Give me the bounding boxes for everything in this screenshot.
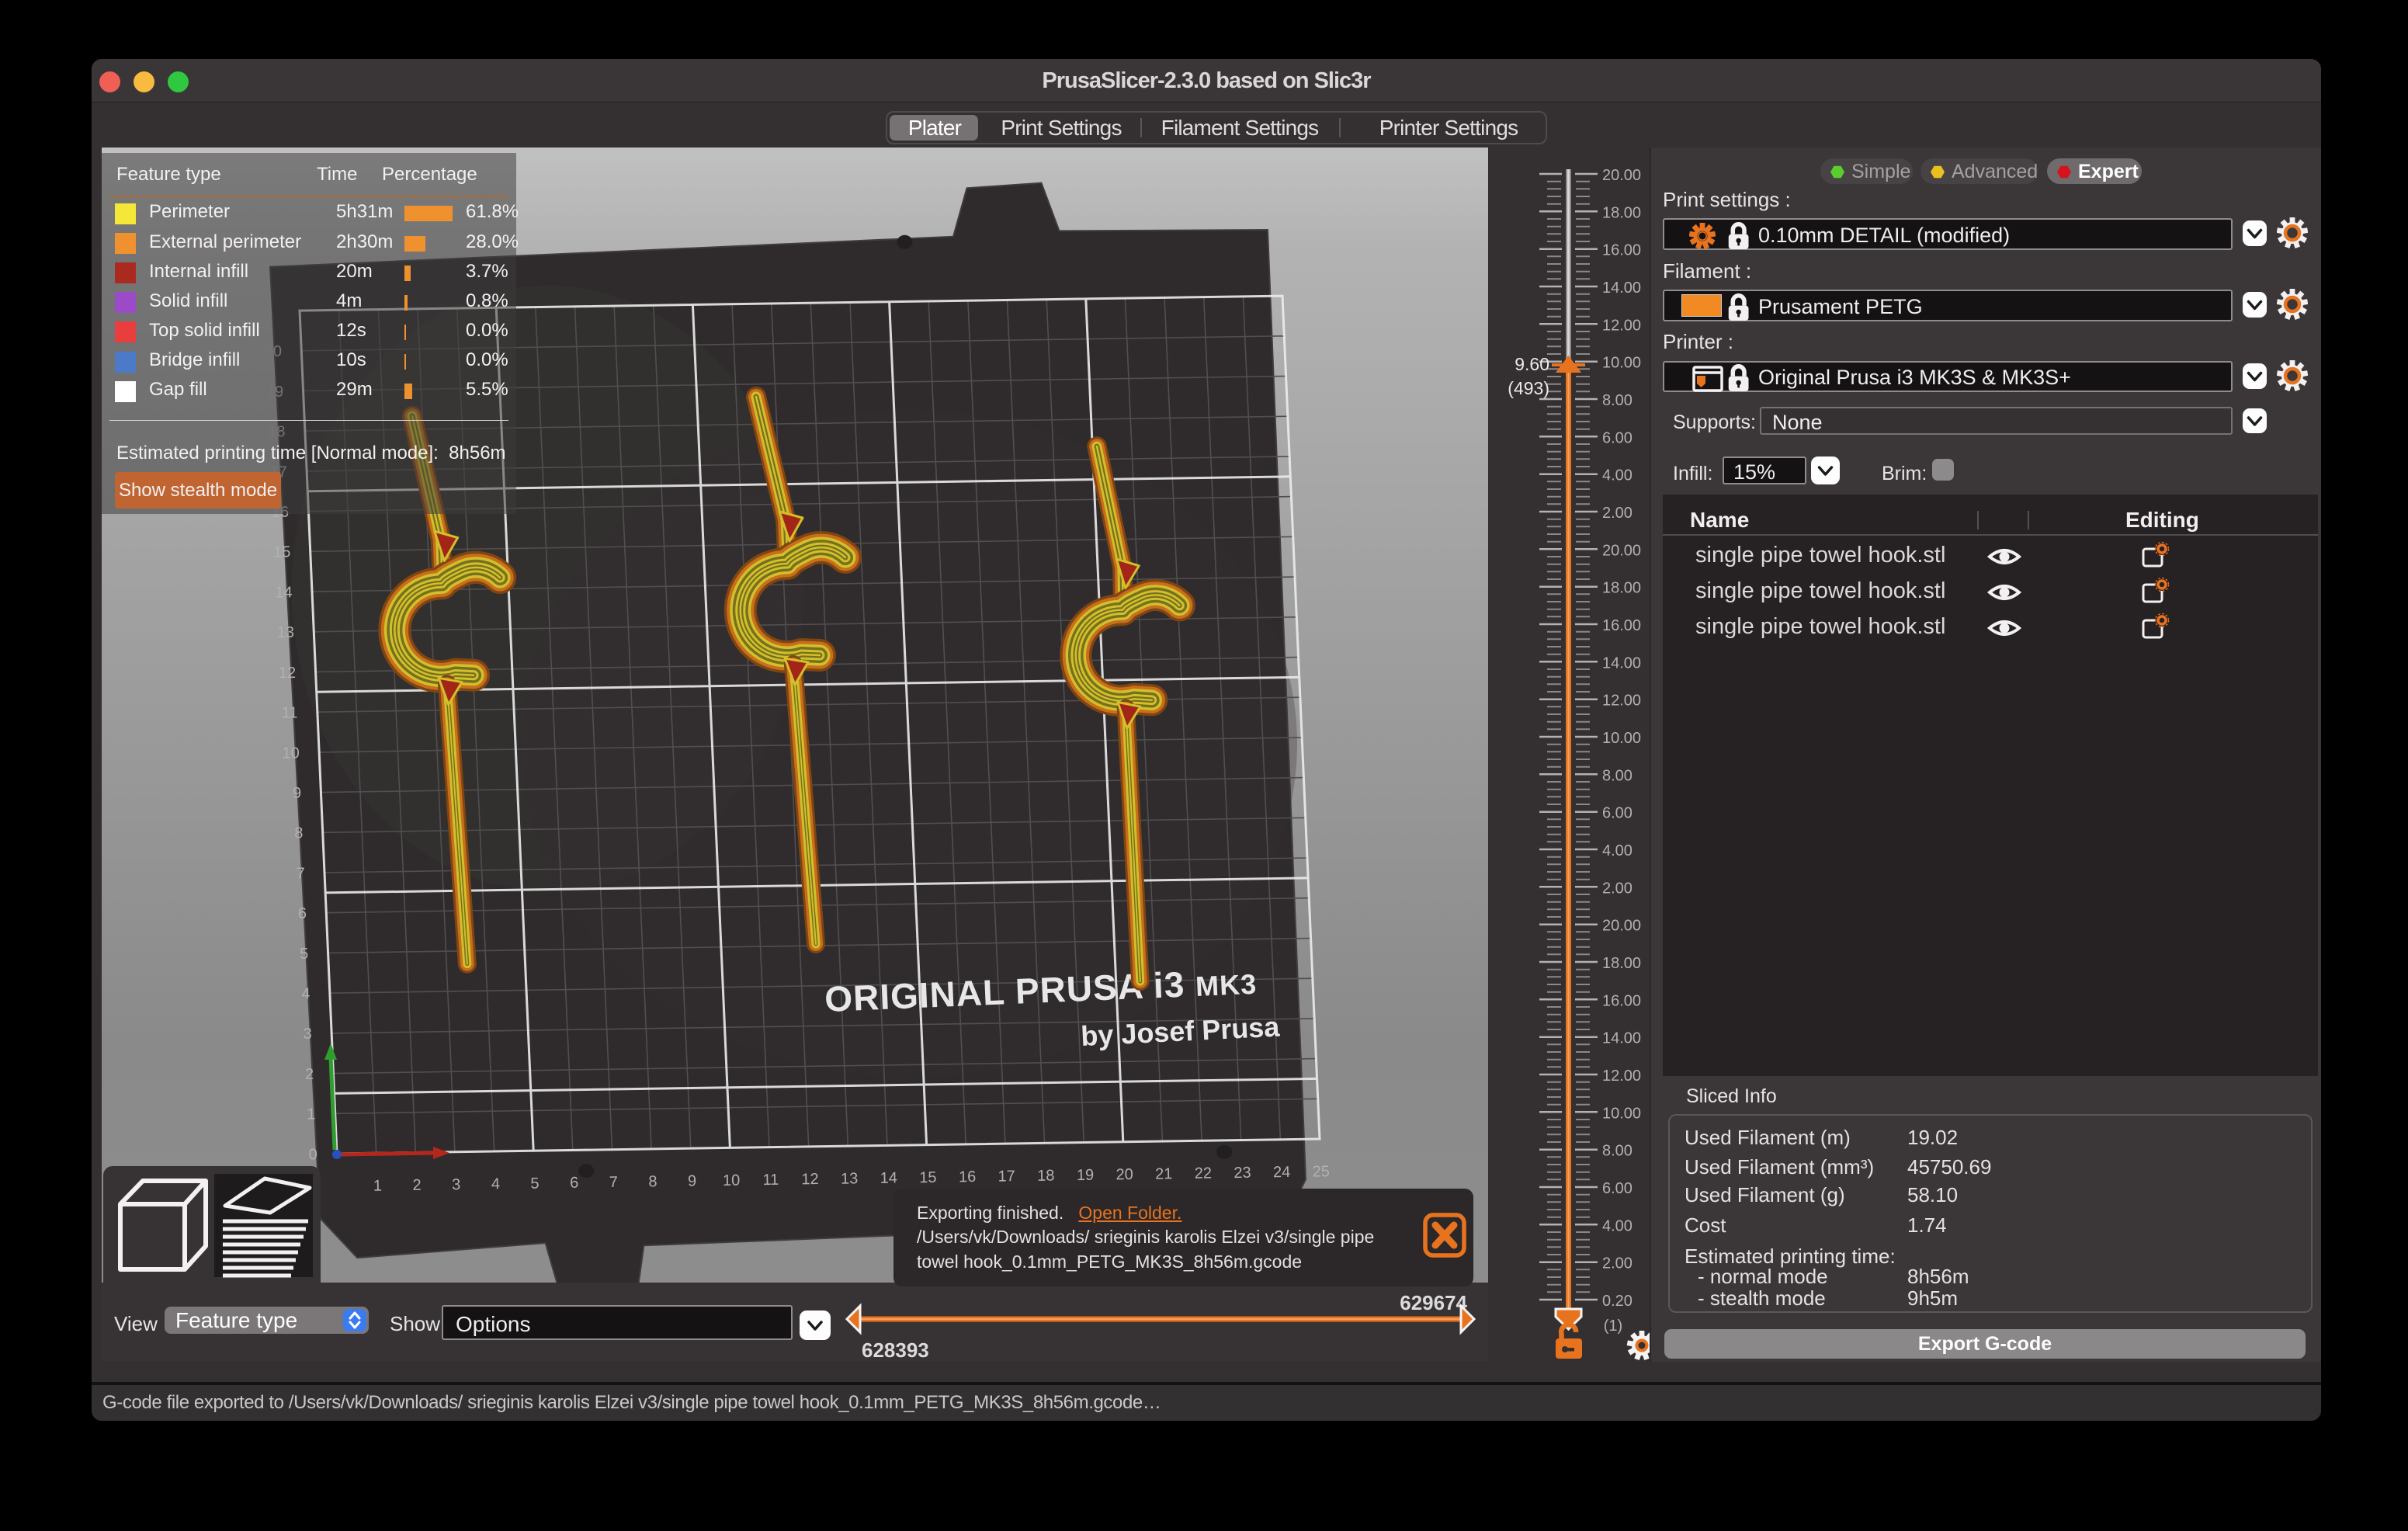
svg-text:12.00: 12.00 bbox=[1602, 317, 1641, 334]
svg-text:14: 14 bbox=[880, 1170, 898, 1187]
svg-text:0: 0 bbox=[309, 1146, 317, 1163]
svg-text:16.00: 16.00 bbox=[1602, 617, 1641, 634]
svg-text:9.60: 9.60 bbox=[1515, 354, 1549, 374]
svg-text:14: 14 bbox=[275, 584, 292, 601]
svg-text:4: 4 bbox=[301, 986, 310, 1003]
svg-text:13: 13 bbox=[841, 1170, 859, 1187]
svg-text:15: 15 bbox=[919, 1169, 937, 1186]
svg-text:12: 12 bbox=[801, 1171, 819, 1188]
svg-text:21: 21 bbox=[1155, 1165, 1173, 1182]
svg-text:10.00: 10.00 bbox=[1602, 1105, 1641, 1122]
svg-text:(493): (493) bbox=[1508, 378, 1549, 398]
svg-text:20.00: 20.00 bbox=[1602, 918, 1641, 935]
svg-text:5: 5 bbox=[300, 946, 308, 963]
svg-text:8.00: 8.00 bbox=[1602, 392, 1633, 409]
svg-text:8: 8 bbox=[648, 1173, 658, 1190]
svg-text:4.00: 4.00 bbox=[1602, 467, 1633, 484]
svg-text:16.00: 16.00 bbox=[1602, 242, 1641, 259]
svg-text:8.00: 8.00 bbox=[1602, 1143, 1633, 1160]
svg-text:11: 11 bbox=[282, 705, 298, 722]
svg-text:18.00: 18.00 bbox=[1602, 955, 1641, 972]
svg-text:2: 2 bbox=[412, 1177, 422, 1194]
svg-text:1: 1 bbox=[307, 1106, 315, 1123]
svg-text:10.00: 10.00 bbox=[1602, 730, 1641, 747]
svg-text:629674: 629674 bbox=[1400, 1291, 1467, 1314]
svg-text:10: 10 bbox=[283, 745, 300, 762]
svg-text:4.00: 4.00 bbox=[1602, 1217, 1633, 1234]
svg-text:6.00: 6.00 bbox=[1602, 805, 1633, 822]
svg-text:11: 11 bbox=[762, 1172, 779, 1189]
svg-text:3: 3 bbox=[452, 1176, 461, 1193]
svg-text:12.00: 12.00 bbox=[1602, 693, 1641, 710]
svg-text:24: 24 bbox=[1273, 1164, 1291, 1181]
svg-text:12.00: 12.00 bbox=[1602, 1068, 1641, 1085]
svg-text:8.00: 8.00 bbox=[1602, 767, 1633, 784]
svg-text:1: 1 bbox=[373, 1178, 383, 1195]
svg-text:15: 15 bbox=[273, 544, 290, 561]
svg-text:8: 8 bbox=[294, 825, 303, 842]
svg-text:3: 3 bbox=[304, 1026, 312, 1043]
svg-text:20.00: 20.00 bbox=[1602, 542, 1641, 559]
svg-text:6.00: 6.00 bbox=[1602, 429, 1633, 446]
svg-text:10.00: 10.00 bbox=[1602, 355, 1641, 372]
svg-text:25: 25 bbox=[1313, 1163, 1331, 1180]
svg-text:18.00: 18.00 bbox=[1602, 580, 1641, 597]
svg-text:13: 13 bbox=[277, 624, 294, 641]
svg-text:2: 2 bbox=[305, 1066, 314, 1083]
svg-text:2.00: 2.00 bbox=[1602, 1255, 1633, 1272]
svg-text:16: 16 bbox=[959, 1168, 977, 1186]
svg-text:20.00: 20.00 bbox=[1602, 167, 1641, 184]
svg-text:4.00: 4.00 bbox=[1602, 842, 1633, 859]
svg-text:2.00: 2.00 bbox=[1602, 505, 1633, 522]
svg-text:14.00: 14.00 bbox=[1602, 654, 1641, 672]
svg-text:10: 10 bbox=[723, 1172, 741, 1189]
svg-text:7: 7 bbox=[297, 865, 305, 882]
svg-text:7: 7 bbox=[609, 1174, 619, 1191]
svg-text:2.00: 2.00 bbox=[1602, 880, 1633, 897]
svg-text:19: 19 bbox=[1077, 1167, 1095, 1184]
svg-text:12: 12 bbox=[279, 665, 296, 682]
svg-text:22: 22 bbox=[1195, 1165, 1213, 1182]
svg-text:(1): (1) bbox=[1604, 1317, 1622, 1335]
svg-text:23: 23 bbox=[1233, 1165, 1251, 1182]
svg-text:0.20: 0.20 bbox=[1602, 1293, 1633, 1310]
svg-text:16.00: 16.00 bbox=[1602, 992, 1641, 1009]
svg-text:5: 5 bbox=[530, 1175, 540, 1193]
svg-text:6.00: 6.00 bbox=[1602, 1180, 1633, 1197]
svg-text:9: 9 bbox=[293, 785, 301, 802]
svg-text:4: 4 bbox=[491, 1175, 501, 1193]
svg-text:14.00: 14.00 bbox=[1602, 1030, 1641, 1047]
svg-text:6: 6 bbox=[298, 905, 307, 922]
svg-text:18.00: 18.00 bbox=[1602, 204, 1641, 221]
svg-text:9: 9 bbox=[688, 1172, 697, 1189]
svg-text:6: 6 bbox=[570, 1175, 579, 1192]
svg-text:20: 20 bbox=[1116, 1166, 1133, 1183]
svg-text:18: 18 bbox=[1037, 1168, 1055, 1185]
svg-text:14.00: 14.00 bbox=[1602, 279, 1641, 297]
svg-text:17: 17 bbox=[998, 1168, 1015, 1185]
svg-text:628393: 628393 bbox=[862, 1338, 929, 1362]
